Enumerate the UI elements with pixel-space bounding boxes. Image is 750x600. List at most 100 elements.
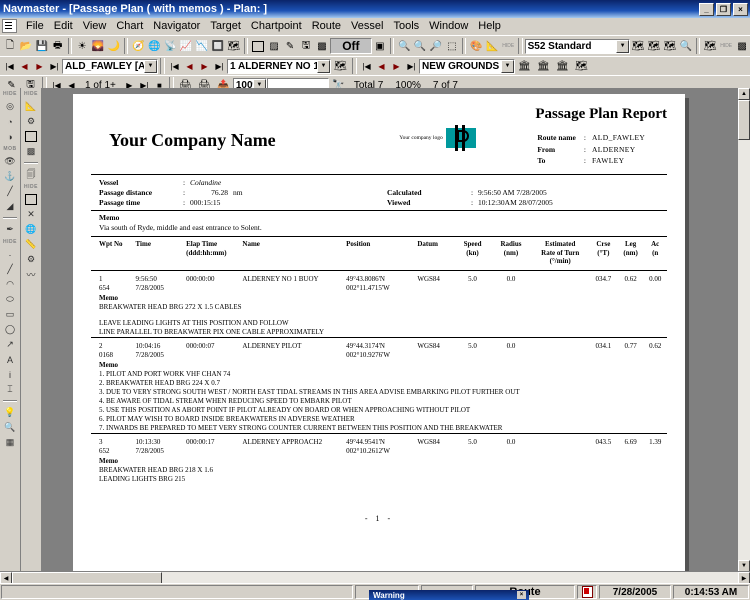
menu-help[interactable]: Help — [473, 19, 506, 33]
chart-info-icon[interactable]: 🔍 — [678, 37, 694, 55]
chart-blue-icon[interactable]: 🗺 — [226, 37, 242, 55]
wpt-prev-icon[interactable]: ◀ — [182, 58, 197, 74]
restore-button[interactable]: ❐ — [716, 2, 731, 16]
chart-extra1-icon[interactable]: 🗺 — [702, 37, 718, 55]
measure-tool-icon[interactable]: 📐 — [23, 99, 39, 114]
route-line-icon[interactable]: 📈 — [178, 37, 194, 55]
chart-layer3-icon[interactable]: 🗺 — [662, 37, 678, 55]
search-target-icon[interactable]: ◎ — [2, 99, 18, 114]
text-tool-icon[interactable]: A — [2, 352, 18, 367]
ruler-tool-icon[interactable]: 📏 — [23, 237, 39, 252]
target-bearing-icon[interactable]: ◑ — [2, 129, 18, 144]
grounds-del-icon[interactable]: 🏛 — [553, 57, 572, 75]
save-chart-icon[interactable]: 🖫 — [298, 37, 314, 55]
light-tool-icon[interactable]: 💡 — [2, 405, 18, 420]
grounds-edit-icon[interactable]: 🏛 — [534, 57, 553, 75]
chart-layer1-icon[interactable]: 🗺 — [630, 37, 646, 55]
vscroll-thumb[interactable] — [738, 100, 750, 140]
vscroll-track[interactable] — [738, 100, 750, 560]
menu-file[interactable]: File — [21, 19, 49, 33]
waypoint-map-icon[interactable]: 🗺 — [331, 57, 350, 75]
compass-icon[interactable]: 🧭 — [130, 37, 146, 55]
copy-tool-icon[interactable]: 🗐 — [23, 167, 39, 182]
chevron-down-icon[interactable]: ▼ — [501, 59, 514, 73]
slash-tool-icon[interactable]: ╱ — [2, 184, 18, 199]
minimize-button[interactable]: _ — [699, 2, 714, 16]
chart-layer2-icon[interactable]: 🗺 — [646, 37, 662, 55]
polygon-tool-icon[interactable]: ⬭ — [2, 292, 18, 307]
chevron-down-icon[interactable]: ▼ — [144, 59, 157, 73]
wpt-first-icon[interactable]: |◀ — [167, 58, 182, 74]
chart-red-icon[interactable]: 🔲 — [210, 37, 226, 55]
image-tool-icon[interactable]: ▩ — [23, 144, 39, 159]
route-last-icon[interactable]: ▶| — [47, 58, 62, 74]
menu-navigator[interactable]: Navigator — [148, 19, 205, 33]
settings-gear-icon[interactable]: ⚙ — [23, 114, 39, 129]
off-toggle-button[interactable]: Off — [329, 38, 372, 54]
route-next-icon[interactable]: ▶ — [32, 58, 47, 74]
chart-style-combo[interactable]: S52 Standard ▼ — [524, 38, 631, 54]
status-alert-icon[interactable] — [577, 585, 597, 599]
grounds-prev-icon[interactable]: ◀ — [374, 58, 389, 74]
wpt-last-icon[interactable]: ▶| — [212, 58, 227, 74]
day-mode-icon[interactable]: ☀ — [74, 37, 90, 55]
scale-icon[interactable]: ⬚ — [444, 37, 460, 55]
wpt-next-icon[interactable]: ▶ — [197, 58, 212, 74]
grounds-last-icon[interactable]: ▶| — [404, 58, 419, 74]
route-first-icon[interactable]: |◀ — [2, 58, 17, 74]
globe-tool-icon[interactable]: 🌐 — [23, 222, 39, 237]
route-prev-icon[interactable]: ◀ — [17, 58, 32, 74]
chevron-down-icon[interactable]: ▼ — [317, 59, 330, 73]
vertical-scrollbar[interactable]: ▲ ▼ — [737, 88, 750, 572]
menu-route[interactable]: Route — [307, 19, 346, 33]
globe-icon[interactable]: 🌐 — [146, 37, 162, 55]
angle-tool-icon[interactable]: ◢ — [2, 199, 18, 214]
wave-tool-icon[interactable]: 〰 — [23, 267, 39, 282]
print-preview-area[interactable]: Your Company Name Your company logo Pass… — [42, 88, 738, 572]
menu-chartpoint[interactable]: Chartpoint — [246, 19, 307, 33]
grounds-add-icon[interactable]: 🏛 — [515, 57, 534, 75]
scroll-up-icon[interactable]: ▲ — [738, 88, 750, 100]
warning-dialog[interactable]: Warning × — [369, 590, 529, 600]
point-tool-icon[interactable]: · — [2, 247, 18, 262]
mode-extra-icon[interactable]: ▣ — [372, 37, 388, 55]
zoom-out-icon[interactable]: 🔍 — [412, 37, 428, 55]
menu-window[interactable]: Window — [424, 19, 473, 33]
print-icon[interactable]: 🖶 — [50, 37, 66, 55]
route-combo[interactable]: ALD_FAWLEY [ALDER ▼ — [62, 58, 158, 74]
circle-tool-icon[interactable]: ◯ — [2, 322, 18, 337]
new-icon[interactable]: 🗋 — [2, 37, 18, 55]
warning-close-icon[interactable]: × — [517, 591, 526, 599]
gear2-tool-icon[interactable]: ⚙ — [23, 252, 39, 267]
close-button[interactable]: × — [733, 2, 748, 16]
eye-icon[interactable]: 👁 — [2, 154, 18, 169]
menu-target[interactable]: Target — [205, 19, 246, 33]
chart-grid-icon[interactable]: ▦ — [2, 435, 18, 450]
pointer-icon[interactable]: ✎ — [282, 37, 298, 55]
target-range-icon[interactable]: ◔ — [2, 114, 18, 129]
window-frame-icon[interactable] — [250, 37, 266, 55]
chevron-down-icon[interactable]: ▼ — [616, 39, 630, 53]
grounds-next-icon[interactable]: ▶ — [389, 58, 404, 74]
window-tool-icon[interactable] — [23, 129, 39, 144]
line-tool-icon[interactable]: ╱ — [2, 262, 18, 277]
chart-extra2-icon[interactable]: ▩ — [734, 37, 750, 55]
pen-tool-icon[interactable]: ✒ — [2, 222, 18, 237]
open-icon[interactable]: 📂 — [18, 37, 34, 55]
grid-icon[interactable]: ▩ — [314, 37, 330, 55]
grounds-map-icon[interactable]: 🗺 — [572, 57, 591, 75]
night-mode-icon[interactable]: 🌙 — [106, 37, 122, 55]
zoom-in-icon[interactable]: 🔍 — [396, 37, 412, 55]
dusk-mode-icon[interactable]: 🌄 — [90, 37, 106, 55]
save-icon[interactable]: 💾 — [34, 37, 50, 55]
menu-view[interactable]: View — [78, 19, 112, 33]
cross-tool-icon[interactable]: ✕ — [23, 207, 39, 222]
radar-icon[interactable]: 📡 — [162, 37, 178, 55]
panel-tool-icon[interactable] — [23, 192, 39, 207]
divider-tool-icon[interactable]: ⌶ — [2, 382, 18, 397]
rectangle-tool-icon[interactable]: ▭ — [2, 307, 18, 322]
menu-chart[interactable]: Chart — [111, 19, 148, 33]
grounds-first-icon[interactable]: |◀ — [359, 58, 374, 74]
info-tool-icon[interactable]: i — [2, 367, 18, 382]
palette-icon[interactable]: 🎨 — [468, 37, 484, 55]
